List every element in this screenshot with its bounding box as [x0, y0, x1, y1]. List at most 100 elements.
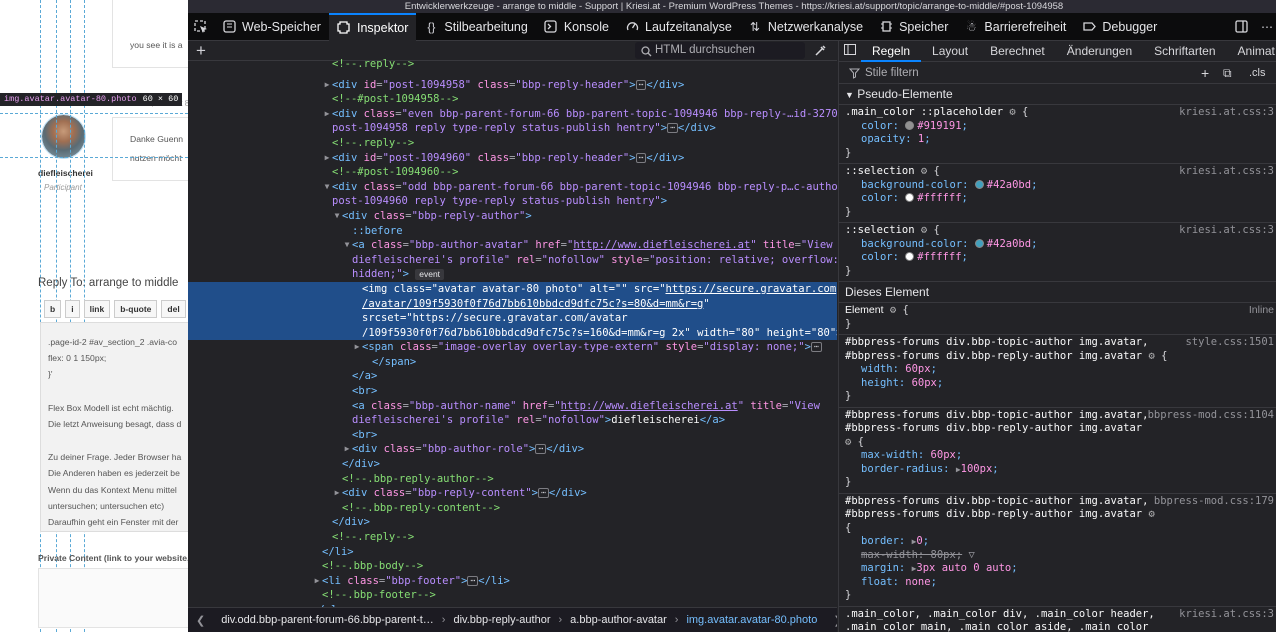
avatar[interactable] [41, 114, 86, 159]
css-rule[interactable]: ::selection ⚙ {kriesi.at.css:3 backgroun… [839, 223, 1280, 282]
tree-node-selected[interactable]: <img class="avatar avatar-80 photo" alt=… [188, 281, 837, 297]
tree-node[interactable]: hidden;"> event [188, 267, 837, 282]
tree-node-selected[interactable]: srcset="https://secure.gravatar.com/avat… [188, 311, 837, 326]
tree-node[interactable]: </li> [188, 545, 837, 560]
textarea-line: Die Anderen haben es jederzeit be [48, 468, 180, 478]
tree-node[interactable]: <br> [188, 384, 837, 399]
console-icon [544, 20, 558, 34]
tab-style-editor[interactable]: {} Stilbearbeitung [416, 13, 535, 41]
tree-node[interactable]: ▶ <div id="post-1094960" class="bbp-reply… [188, 151, 837, 166]
tree-node[interactable]: <!--#post-1094960--> [188, 165, 837, 180]
css-rule[interactable]: #bbpress-forums div.bbp-topic-author img… [839, 408, 1280, 494]
css-rule[interactable]: .main_color, .main_color div, .main_colo… [839, 607, 1280, 632]
html-tree[interactable]: <!--.reply--> ▶ <div id="post-1094958" cl… [188, 58, 837, 607]
tree-node[interactable]: ▶ <div id="post-1094958" class="bbp-reply… [188, 78, 837, 93]
tree-node[interactable]: </a> [188, 369, 837, 384]
textarea-line: untersuchen; untersuchen etc) [48, 501, 165, 511]
breadcrumb-item[interactable]: div.odd.bbp-parent-forum-66.bbp-parent-t… [213, 614, 442, 626]
tree-node-selected[interactable]: /avatar/109f5930f0f76d7bb610bbdcd9dfc75c… [188, 296, 837, 312]
tab-fonts[interactable]: Schriftarten [1143, 41, 1226, 62]
private-textarea[interactable] [38, 568, 188, 628]
tree-node[interactable]: ▼ <div class="odd bbp-parent-forum-66 bbp… [188, 180, 837, 195]
tree-node[interactable]: ▼ <a class="bbp-author-avatar" href="http… [188, 238, 837, 253]
tree-node[interactable]: <!--#post-1094958--> [188, 92, 837, 107]
tree-node[interactable]: post-1094958 reply type-reply status-pub… [188, 121, 837, 136]
chevron-left-icon[interactable]: ❮ [188, 614, 213, 627]
tab-changes[interactable]: Änderungen [1056, 41, 1143, 62]
add-rule-icon[interactable]: + [1201, 62, 1209, 84]
print-simulation-icon[interactable]: ⧉ [1223, 62, 1232, 84]
tab-computed[interactable]: Berechnet [979, 41, 1056, 62]
tab-network[interactable]: ⇅ Netzwerkanalyse [740, 13, 871, 41]
tree-node[interactable]: <br> [188, 428, 837, 443]
breadcrumb-item[interactable]: a.bbp-author-avatar [562, 614, 675, 626]
tree-node[interactable]: diefleischerei's profile" rel="nofollow"… [188, 413, 837, 428]
tree-node[interactable]: <!--.reply--> [188, 57, 837, 72]
tree-node[interactable]: </div> [188, 515, 837, 530]
post-box [112, 0, 188, 68]
tab-debugger[interactable]: Debugger [1074, 13, 1165, 41]
tree-node[interactable]: ▶ <span class="image-overlay overlay-type… [188, 340, 837, 355]
tree-node[interactable]: <a class="bbp-author-name" href="http://… [188, 399, 837, 414]
tab-animations[interactable]: Animat [1227, 41, 1280, 62]
color-swatch[interactable] [974, 179, 984, 189]
textarea-line: Zu deiner Frage. Jeder Browser ha [48, 452, 182, 462]
tree-node[interactable]: diefleischerei's profile" rel="nofollow"… [188, 253, 837, 268]
tree-node[interactable]: ▶ <div class="bbp-author-role"> ⋯ </div> [188, 442, 837, 457]
tree-node-selected[interactable]: /109f5930f0f76d7bb610bbdcd9dfc75c?s=160&… [188, 325, 837, 341]
tree-node[interactable]: <!--.reply--> [188, 530, 837, 545]
tree-node[interactable]: ▶ <div class="even bbp-parent-forum-66 bb… [188, 107, 837, 122]
breadcrumb-item[interactable]: div.bbp-reply-author [445, 614, 558, 626]
tree-node[interactable]: <!--.reply--> [188, 136, 837, 151]
italic-button[interactable]: i [65, 300, 80, 318]
tab-memory[interactable]: Speicher [871, 13, 956, 41]
tree-node[interactable]: <!--.bbp-body--> [188, 559, 837, 574]
cls-button[interactable]: .cls [1249, 62, 1266, 84]
tab-label: Stilbearbeitung [444, 19, 528, 34]
color-swatch[interactable] [974, 238, 984, 248]
link-button[interactable]: link [83, 300, 111, 318]
color-swatch[interactable] [905, 120, 915, 130]
tab-layout[interactable]: Layout [921, 41, 979, 62]
del-button[interactable]: del [161, 300, 186, 318]
eyedropper-icon[interactable] [813, 43, 827, 57]
css-rule[interactable]: Element ⚙ {Inline } [839, 303, 1280, 335]
bold-button[interactable]: b [44, 300, 62, 318]
css-rule[interactable]: #bbpress-forums div.bbp-topic-author img… [839, 494, 1280, 607]
quote-button[interactable]: b-quote [114, 300, 158, 318]
tree-node[interactable]: ▶ <li class="bbp-footer"> ⋯ </li> [188, 574, 837, 589]
color-swatch[interactable] [905, 193, 915, 202]
chevron-right-icon[interactable]: ❯ [825, 614, 837, 627]
style-filter-input[interactable]: Stile filtern + ⧉ .cls [839, 62, 1280, 84]
color-swatch[interactable] [905, 252, 915, 261]
filter-icon[interactable]: ▽ [968, 549, 974, 561]
tree-node[interactable]: ::before [188, 224, 837, 239]
debugger-icon [1082, 20, 1096, 34]
tree-node[interactable]: <!--.bbp-reply-content--> [188, 501, 837, 516]
tree-node[interactable]: </div> [188, 457, 837, 472]
tree-node[interactable]: </span> [188, 355, 837, 370]
pseudo-elements-header[interactable]: ▼ Pseudo-Elemente [839, 84, 1280, 105]
tree-node[interactable]: <!--.bbp-footer--> [188, 588, 837, 603]
tree-node[interactable]: ▶ <div class="bbp-reply-content"> ⋯ </div> [188, 486, 837, 501]
tab-accessibility[interactable]: ☃ Barrierefreiheit [956, 13, 1074, 41]
tab-console[interactable]: Konsole [536, 13, 617, 41]
tree-node[interactable]: post-1094960 reply type-reply status-pub… [188, 194, 837, 209]
tab-label: Laufzeitanalyse [645, 19, 732, 34]
tab-rules[interactable]: Regeln [861, 41, 922, 62]
highlighter-tooltip: img.avatar.avatar-80.photo 60 × 60 [0, 93, 183, 106]
css-rule[interactable]: #bbpress-forums div.bbp-topic-author img… [839, 335, 1280, 408]
css-rule[interactable]: .main_color ::placeholder ⚙ {kriesi.at.c… [839, 105, 1280, 164]
tab-web-storage[interactable]: Web-Speicher [214, 13, 329, 41]
tab-performance[interactable]: Laufzeitanalyse [617, 13, 740, 41]
dock-button[interactable] [1228, 13, 1254, 41]
tree-node[interactable]: <!--.bbp-reply-author--> [188, 472, 837, 487]
reply-text: nutzen möcht [130, 153, 182, 163]
tree-node[interactable]: ▼ <div class="bbp-reply-author"> [188, 209, 837, 224]
tab-inspector[interactable]: Inspektor [328, 12, 417, 41]
event-badge[interactable]: event [415, 269, 445, 281]
css-rule[interactable]: ::selection ⚙ {kriesi.at.css:3 backgroun… [839, 164, 1280, 223]
toggle-sidebar-icon[interactable] [839, 41, 861, 62]
pick-element-button[interactable] [188, 13, 214, 41]
breadcrumb-item-current[interactable]: img.avatar.avatar-80.photo [678, 614, 825, 626]
